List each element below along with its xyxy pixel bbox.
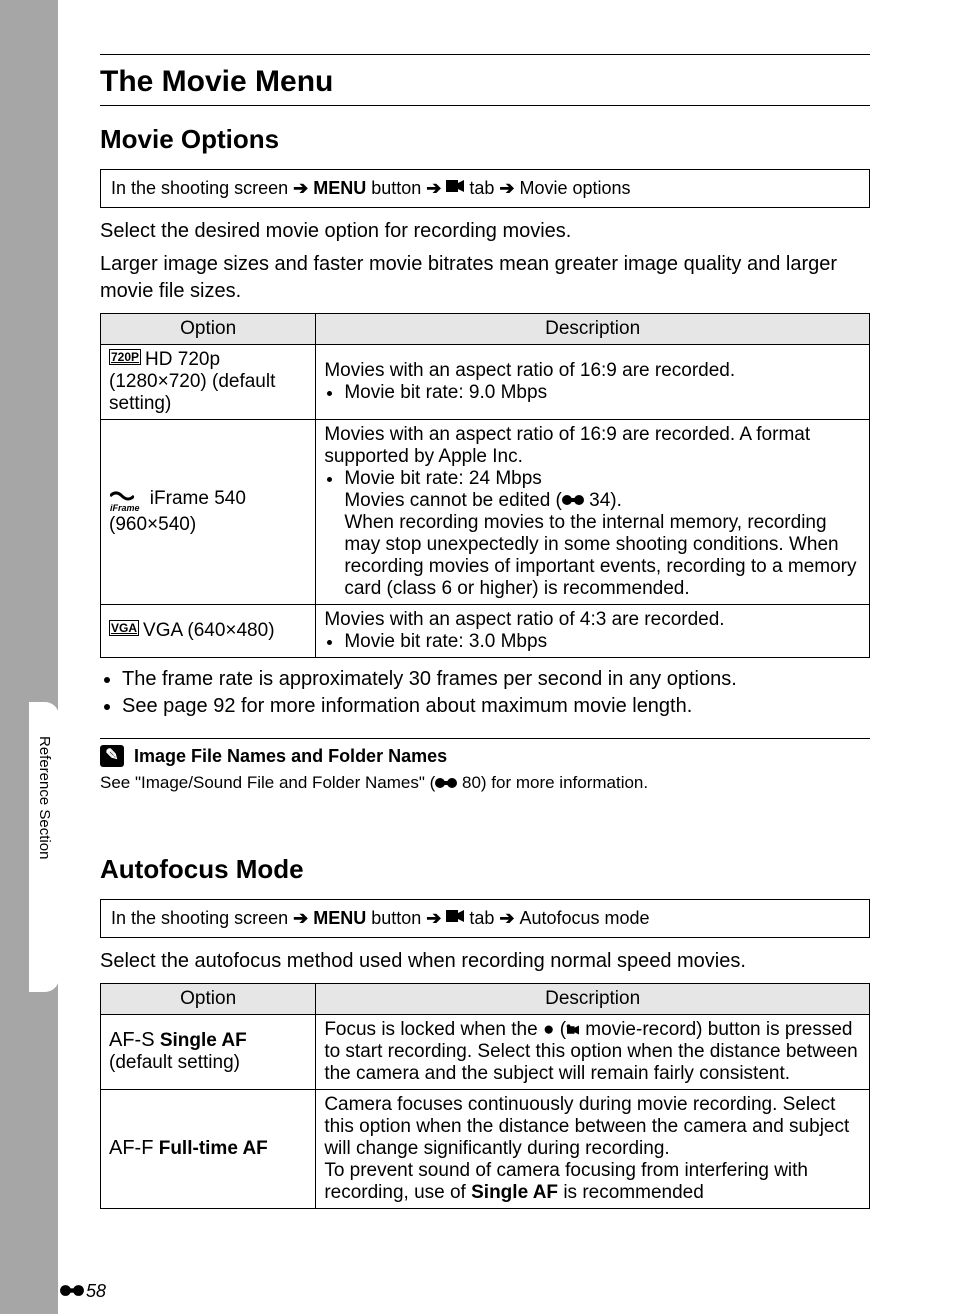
section-movie-options-title: Movie Options xyxy=(100,124,870,155)
table-row: AF-S Single AF (default setting) Focus i… xyxy=(101,1014,870,1089)
menu-button-label: MENU xyxy=(313,908,366,929)
arrow-icon: ➔ xyxy=(499,178,514,199)
table-row: 720PHD 720p (1280×720) (default setting)… xyxy=(101,345,870,420)
menu-button-label: MENU xyxy=(313,178,366,199)
cell-text: Movies cannot be edited ( xyxy=(344,490,562,511)
breadcrumb-autofocus: In the shooting screen ➔ MENU button ➔ t… xyxy=(100,899,870,938)
note-pencil-icon: ✎ xyxy=(100,745,124,767)
arrow-icon: ➔ xyxy=(426,178,441,199)
cell-text-bold: Single AF xyxy=(471,1182,558,1203)
section-autofocus-title: Autofocus Mode xyxy=(100,854,870,885)
option-720p-icon: 720P xyxy=(109,349,141,365)
movie-tab-icon xyxy=(446,178,464,199)
autofocus-table: Option Description AF-S Single AF (defau… xyxy=(100,983,870,1209)
cell-text: Camera focuses continuously during movie… xyxy=(324,1094,861,1160)
cell-text: Movies with an aspect ratio of 16:9 are … xyxy=(324,360,861,382)
table-header: Description xyxy=(316,983,870,1014)
cell-bullet: Movie bit rate: 9.0 Mbps xyxy=(344,382,861,404)
arrow-icon: ➔ xyxy=(426,908,441,929)
table-header: Option xyxy=(101,314,316,345)
option-label-tail: (default setting) xyxy=(109,1052,240,1073)
cell-text: Focus is locked when the xyxy=(324,1019,543,1040)
breadcrumb-text: In the shooting screen xyxy=(111,908,288,929)
arrow-icon: ➔ xyxy=(293,908,308,929)
arrow-icon: ➔ xyxy=(293,178,308,199)
list-item: The frame rate is approximately 30 frame… xyxy=(122,668,870,691)
movie-options-table: Option Description 720PHD 720p (1280×720… xyxy=(100,313,870,658)
record-dot-icon: ● xyxy=(543,1019,554,1040)
movie-tab-icon xyxy=(446,908,464,929)
breadcrumb-text: tab xyxy=(469,908,494,929)
reference-icon xyxy=(435,774,457,794)
breadcrumb-text: button xyxy=(371,908,421,929)
breadcrumb-text: button xyxy=(371,178,421,199)
reference-icon xyxy=(60,1281,84,1302)
option-vga-icon: VGA xyxy=(109,620,139,636)
af-s-badge: AF-S xyxy=(109,1029,155,1051)
paragraph: Select the desired movie option for reco… xyxy=(100,218,870,245)
cell-text: 34). xyxy=(589,490,622,511)
cell-text: Movies with an aspect ratio of 16:9 are … xyxy=(324,424,861,468)
paragraph: Larger image sizes and faster movie bitr… xyxy=(100,251,870,305)
table-row: VGAVGA (640×480) Movies with an aspect r… xyxy=(101,605,870,658)
table-row: AF-F Full-time AF Camera focuses continu… xyxy=(101,1089,870,1208)
page-number: 58 xyxy=(60,1281,106,1302)
breadcrumb-dest: Movie options xyxy=(519,178,630,199)
post-notes-list: The frame rate is approximately 30 frame… xyxy=(100,668,870,718)
option-label: Full-time AF xyxy=(159,1138,268,1159)
note-block: ✎ Image File Names and Folder Names See … xyxy=(100,738,870,794)
reference-icon xyxy=(562,490,584,512)
note-text: See "Image/Sound File and Folder Names" … xyxy=(100,773,435,792)
cell-text: When recording movies to the internal me… xyxy=(344,512,861,600)
cell-text: ( xyxy=(554,1019,566,1040)
table-row: iFrame iFrame 540 (960×540) Movies with … xyxy=(101,420,870,605)
option-label: Single AF xyxy=(160,1030,247,1051)
breadcrumb-dest: Autofocus mode xyxy=(519,908,649,929)
breadcrumb-text: tab xyxy=(469,178,494,199)
cell-bullet: Movie bit rate: 3.0 Mbps xyxy=(344,631,861,653)
cell-text: is recommended xyxy=(558,1182,704,1203)
af-f-badge: AF-F xyxy=(109,1137,153,1159)
top-rule xyxy=(100,54,870,55)
movie-record-icon xyxy=(566,1019,580,1040)
breadcrumb-movie-options: In the shooting screen ➔ MENU button ➔ t… xyxy=(100,169,870,208)
table-header: Option xyxy=(101,983,316,1014)
paragraph: Select the autofocus method used when re… xyxy=(100,948,870,975)
cell-bullet: Movie bit rate: 24 Mbps xyxy=(344,468,861,490)
list-item: See page 92 for more information about m… xyxy=(122,695,870,718)
chapter-title: The Movie Menu xyxy=(100,65,870,106)
breadcrumb-text: In the shooting screen xyxy=(111,178,288,199)
cell-text: Movies with an aspect ratio of 4:3 are r… xyxy=(324,609,861,631)
option-label: VGA (640×480) xyxy=(143,620,275,641)
arrow-icon: ➔ xyxy=(499,908,514,929)
table-header: Description xyxy=(316,314,870,345)
note-heading-text: Image File Names and Folder Names xyxy=(134,746,447,767)
note-text: 80) for more information. xyxy=(462,773,648,792)
option-iframe-icon: iFrame xyxy=(109,488,141,514)
